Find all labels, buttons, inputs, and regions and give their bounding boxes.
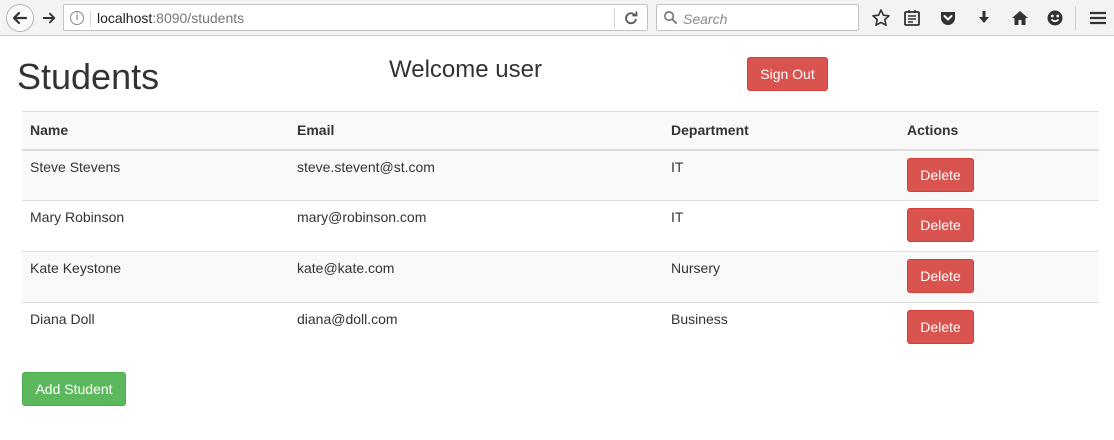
bookmark-star-icon[interactable] bbox=[871, 8, 891, 28]
url-text[interactable]: localhost:8090/students bbox=[97, 10, 244, 26]
forward-arrow-icon[interactable] bbox=[36, 7, 62, 29]
student-email: kate@kate.com bbox=[289, 251, 663, 303]
search-bar[interactable]: Search bbox=[656, 4, 859, 31]
search-placeholder: Search bbox=[683, 11, 728, 27]
info-icon[interactable]: i bbox=[70, 11, 84, 25]
download-icon[interactable] bbox=[974, 8, 994, 28]
delete-button[interactable]: Delete bbox=[907, 310, 974, 344]
url-bar[interactable]: i localhost:8090/students bbox=[63, 4, 648, 31]
table-row: Steve Stevens steve.stevent@st.com IT De… bbox=[22, 149, 1099, 201]
student-department: Nursery bbox=[663, 251, 899, 303]
delete-button[interactable]: Delete bbox=[907, 157, 974, 192]
student-name: Kate Keystone bbox=[22, 251, 289, 303]
student-name: Diana Doll bbox=[22, 302, 289, 354]
actions-cell: Delete bbox=[899, 302, 1099, 354]
table-row: Diana Doll diana@doll.com Business Delet… bbox=[22, 302, 1099, 354]
add-student-button[interactable]: Add Student bbox=[22, 372, 126, 406]
student-name: Steve Stevens bbox=[22, 149, 289, 201]
student-name: Mary Robinson bbox=[22, 200, 289, 252]
actions-cell: Delete bbox=[899, 149, 1099, 201]
table-row: Mary Robinson mary@robinson.com IT Delet… bbox=[22, 200, 1099, 252]
page-content: Students Welcome user Sign Out Name Emai… bbox=[0, 37, 1114, 440]
toolbar-divider bbox=[1075, 6, 1076, 30]
url-host: localhost bbox=[97, 10, 153, 26]
page-title: Students bbox=[17, 56, 160, 97]
pocket-icon[interactable] bbox=[938, 8, 958, 28]
table-row: Kate Keystone kate@kate.com Nursery Dele… bbox=[22, 251, 1099, 303]
welcome-message: Welcome user bbox=[389, 56, 542, 83]
student-email: mary@robinson.com bbox=[289, 200, 663, 252]
column-header-name: Name bbox=[22, 111, 289, 151]
url-divider bbox=[90, 10, 91, 26]
student-email: diana@doll.com bbox=[289, 302, 663, 354]
browser-toolbar: i localhost:8090/students Search bbox=[0, 0, 1114, 36]
table-header-row: Name Email Department Actions bbox=[22, 111, 1099, 151]
column-header-department: Department bbox=[663, 111, 899, 151]
student-email: steve.stevent@st.com bbox=[289, 149, 663, 201]
actions-cell: Delete bbox=[899, 200, 1099, 252]
column-header-email: Email bbox=[289, 111, 663, 151]
delete-button[interactable]: Delete bbox=[907, 208, 974, 242]
reader-list-icon[interactable] bbox=[902, 8, 922, 28]
reload-icon[interactable] bbox=[623, 10, 639, 26]
back-arrow-icon[interactable] bbox=[6, 4, 34, 32]
actions-cell: Delete bbox=[899, 251, 1099, 303]
hamburger-menu-icon[interactable] bbox=[1088, 8, 1108, 28]
home-icon[interactable] bbox=[1010, 8, 1030, 28]
sign-out-button[interactable]: Sign Out bbox=[747, 57, 828, 91]
url-path: :8090/students bbox=[152, 10, 245, 26]
student-department: Business bbox=[663, 302, 899, 354]
student-department: IT bbox=[663, 200, 899, 252]
url-divider-right bbox=[614, 8, 615, 28]
column-header-actions: Actions bbox=[899, 111, 1099, 151]
search-icon bbox=[663, 10, 678, 30]
student-department: IT bbox=[663, 149, 899, 201]
students-table: Name Email Department Actions Steve Stev… bbox=[22, 111, 1099, 354]
smiley-icon[interactable] bbox=[1045, 8, 1065, 28]
delete-button[interactable]: Delete bbox=[907, 259, 974, 293]
